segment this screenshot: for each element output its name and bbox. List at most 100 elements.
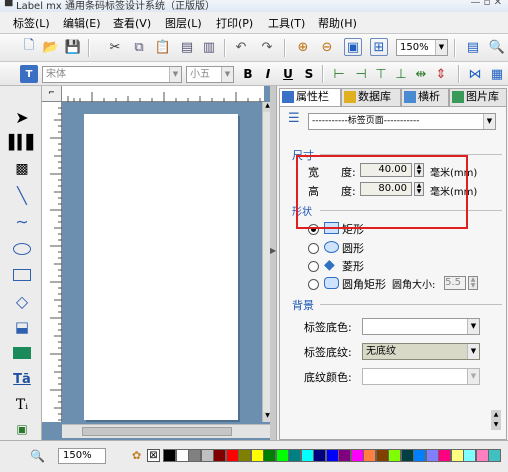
color-swatch[interactable] xyxy=(400,449,414,462)
polygon-tool-icon[interactable]: ⬓ xyxy=(11,316,33,338)
redo-icon[interactable]: ↷ xyxy=(258,38,276,56)
center-vertical-icon[interactable]: ⇕ xyxy=(432,65,450,83)
line-tool-icon[interactable]: ╲ xyxy=(11,184,33,206)
menu-help[interactable]: 帮助(H) xyxy=(318,15,357,31)
pointer-tool-icon[interactable]: ➤ xyxy=(11,106,33,128)
save-icon[interactable]: 💾 xyxy=(64,38,82,56)
font-select[interactable]: 宋体 ▼ xyxy=(42,66,182,83)
color-swatch[interactable] xyxy=(338,449,351,462)
color-swatch[interactable] xyxy=(363,449,376,462)
corner-size-input[interactable]: 5.5 xyxy=(444,276,466,290)
menu-print[interactable]: 打印(P) xyxy=(216,15,253,31)
color-swatch[interactable] xyxy=(263,449,276,462)
image-tool-icon[interactable]: ▣ xyxy=(11,418,33,440)
label-page[interactable] xyxy=(84,114,238,420)
bold-button[interactable]: B xyxy=(240,66,256,82)
color-swatch[interactable] xyxy=(200,449,214,462)
horizontal-scrollbar[interactable] xyxy=(62,424,270,438)
italic-button[interactable]: I xyxy=(260,66,276,82)
text-tool-icon[interactable]: Tᵢ xyxy=(11,394,33,416)
ellipse-tool-icon[interactable] xyxy=(11,238,33,260)
color-swatch[interactable] xyxy=(250,449,264,462)
color-swatch[interactable] xyxy=(413,449,426,462)
duplicate-icon[interactable]: ▥ xyxy=(200,38,218,56)
underline-button[interactable]: U xyxy=(280,66,296,82)
align-left-icon[interactable]: ⊢ xyxy=(330,65,348,83)
group-icon[interactable]: ▦ xyxy=(488,65,506,83)
menu-tools[interactable]: 工具(T) xyxy=(268,15,305,31)
color-swatch[interactable] xyxy=(375,449,389,462)
color-swatch[interactable] xyxy=(475,449,489,462)
open-folder-icon[interactable]: 📂 xyxy=(42,38,60,56)
color-swatch[interactable] xyxy=(288,449,301,462)
status-zoom[interactable]: 150% xyxy=(58,448,106,464)
panel-scroll-icon[interactable]: ▲ ▼ xyxy=(491,410,501,430)
height-stepper[interactable]: ▲ ▼ xyxy=(414,182,424,196)
color-swatch[interactable] xyxy=(425,449,439,462)
corner-size-stepper[interactable]: ▲ ▼ xyxy=(468,276,478,290)
new-file-icon[interactable]: 🗋 xyxy=(20,38,38,56)
scroll-thumb[interactable] xyxy=(82,427,232,436)
bg-color-select[interactable]: ▼ xyxy=(362,318,480,335)
no-color-swatch[interactable]: ⊠ xyxy=(147,449,160,462)
rectangle-tool-icon[interactable] xyxy=(11,264,33,286)
shape-roundrect-radio[interactable] xyxy=(308,279,319,290)
color-swatch[interactable] xyxy=(488,449,501,462)
color-swatch[interactable] xyxy=(463,449,476,462)
color-swatch[interactable] xyxy=(163,449,176,462)
zoom-in-icon[interactable]: ⊕ xyxy=(294,38,312,56)
align-top-icon[interactable]: ⊤ xyxy=(372,65,390,83)
tab-image-library[interactable]: 图片库 xyxy=(449,88,507,106)
menu-layer[interactable]: 图层(L) xyxy=(165,15,202,31)
align-bottom-icon[interactable]: ⊥ xyxy=(392,65,410,83)
tab-properties[interactable]: 属性栏 xyxy=(279,88,341,106)
color-swatch[interactable] xyxy=(225,449,239,462)
window-controls[interactable]: — ▫ ✕ xyxy=(470,0,502,8)
color-swatch[interactable] xyxy=(388,449,401,462)
copy-icon[interactable]: ⧉ xyxy=(130,38,148,56)
search-icon[interactable]: 🔍 xyxy=(488,38,506,56)
print-preview-icon[interactable]: ▤ xyxy=(464,38,482,56)
color-swatch[interactable] xyxy=(238,449,251,462)
color-swatch[interactable] xyxy=(450,449,464,462)
paste-special-icon[interactable]: ▤ xyxy=(178,38,196,56)
paste-icon[interactable]: 📋 xyxy=(154,38,172,56)
width-input[interactable]: 40.00 xyxy=(360,163,412,177)
text-box-tool-icon[interactable]: Tā xyxy=(11,368,33,390)
color-swatch[interactable] xyxy=(213,449,226,462)
zoom-out-icon[interactable]: ⊖ xyxy=(318,38,336,56)
distribute-icon[interactable]: ⋈ xyxy=(466,65,484,83)
shape-ellipse-radio[interactable] xyxy=(308,243,319,254)
color-swatch[interactable] xyxy=(313,449,326,462)
center-horizontal-icon[interactable]: ⇹ xyxy=(412,65,430,83)
color-swatch[interactable] xyxy=(275,449,289,462)
tab-template[interactable]: 横析 xyxy=(401,88,449,106)
fill-rect-tool-icon[interactable] xyxy=(11,342,33,364)
menu-edit[interactable]: 编辑(E) xyxy=(63,15,101,31)
barcode-tool-icon[interactable]: ▌▍▋ xyxy=(9,132,37,154)
strikethrough-button[interactable]: S xyxy=(301,66,317,82)
object-select[interactable]: -----------标签页面----------- ▼ xyxy=(308,113,496,130)
fit-page-icon[interactable]: ▣ xyxy=(344,38,362,56)
tab-database[interactable]: 数据库 xyxy=(341,88,401,106)
color-swatch[interactable] xyxy=(188,449,201,462)
color-swatch[interactable] xyxy=(300,449,314,462)
diamond-tool-icon[interactable]: ◇ xyxy=(11,290,33,312)
shape-diamond-radio[interactable] xyxy=(308,261,319,272)
color-swatch[interactable] xyxy=(175,449,189,462)
actual-size-icon[interactable]: ⊞ xyxy=(370,38,388,56)
undo-icon[interactable]: ↶ xyxy=(232,38,250,56)
align-right-icon[interactable]: ⊣ xyxy=(352,65,370,83)
font-size-select[interactable]: 小五 ▼ xyxy=(186,66,234,83)
text-style-icon[interactable]: T xyxy=(20,65,38,83)
menu-label[interactable]: 标签(L) xyxy=(13,15,50,31)
qrcode-tool-icon[interactable]: ▩ xyxy=(11,158,33,180)
menu-view[interactable]: 查看(V) xyxy=(113,15,151,31)
color-swatch[interactable] xyxy=(325,449,339,462)
pattern-color-select[interactable]: ▼ xyxy=(362,368,480,385)
color-swatch[interactable] xyxy=(438,449,451,462)
cut-icon[interactable]: ✂ xyxy=(106,38,124,56)
curve-tool-icon[interactable]: ∼ xyxy=(11,210,33,232)
shape-rect-radio[interactable] xyxy=(308,224,319,235)
bg-pattern-select[interactable]: 无底纹 ▼ xyxy=(362,343,480,360)
